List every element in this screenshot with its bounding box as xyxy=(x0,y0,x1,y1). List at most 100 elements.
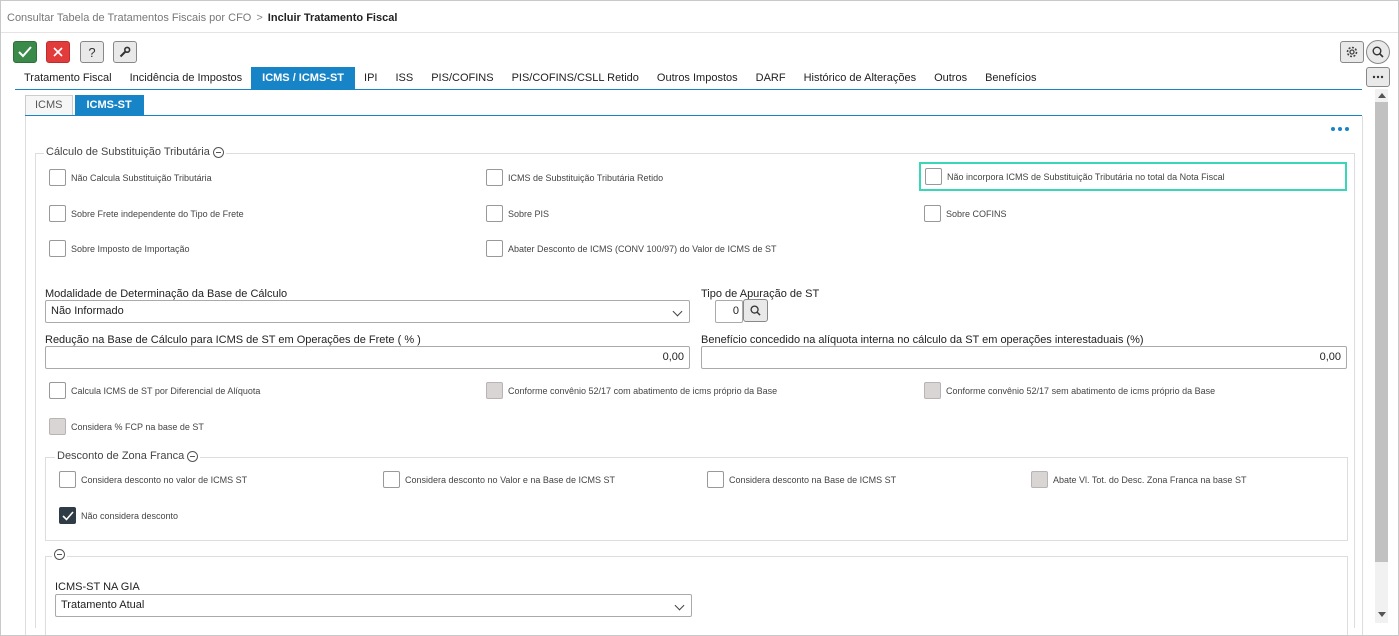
checkbox-box[interactable] xyxy=(59,507,76,524)
search-icon xyxy=(750,305,761,316)
tools-button[interactable] xyxy=(113,41,137,63)
gia-label: ICMS-ST NA GIA xyxy=(55,581,140,593)
scroll-down-icon[interactable] xyxy=(1378,612,1386,617)
checkbox-label: Considera % FCP na base de ST xyxy=(71,421,204,432)
zona-franca-title: Desconto de Zona Franca xyxy=(57,450,185,462)
close-icon xyxy=(53,47,63,57)
checkbox-box[interactable] xyxy=(924,205,941,222)
main-tabs: Tratamento Fiscal Incidência de Impostos… xyxy=(15,67,1045,89)
checkbox-label: Não considera desconto xyxy=(81,510,179,521)
more-button[interactable] xyxy=(1366,67,1390,87)
modalidade-label: Modalidade de Determinação da Base de Cá… xyxy=(45,288,288,300)
checkbox-box[interactable] xyxy=(383,471,400,488)
checkbox-box[interactable] xyxy=(49,240,66,257)
checkbox-box[interactable] xyxy=(924,382,941,399)
checkbox-box[interactable] xyxy=(486,382,503,399)
checkbox-considera-fcp[interactable]: Considera % FCP na base de ST xyxy=(49,418,204,435)
checkbox-convenio-com-abatimento[interactable]: Conforme convênio 52/17 com abatimento d… xyxy=(486,382,777,399)
checkbox-nao-calcula-st[interactable]: Não Calcula Substituição Tributária xyxy=(49,169,212,186)
tab-iss[interactable]: ISS xyxy=(386,67,422,89)
gia-select[interactable]: Tratamento Atual xyxy=(55,594,692,617)
check-icon xyxy=(18,46,32,58)
tab-outros-impostos[interactable]: Outros Impostos xyxy=(648,67,747,89)
checkbox-icms-st-retido[interactable]: ICMS de Substituição Tributária Retido xyxy=(486,169,663,186)
checkbox-box[interactable] xyxy=(707,471,724,488)
checkbox-box[interactable] xyxy=(1031,471,1048,488)
checkbox-box[interactable] xyxy=(49,382,66,399)
chevron-down-icon xyxy=(674,600,685,611)
checkbox-box[interactable] xyxy=(486,169,503,186)
tab-darf[interactable]: DARF xyxy=(747,67,795,89)
confirm-button[interactable] xyxy=(13,41,37,63)
checkbox-label: Calcula ICMS de ST por Diferencial de Al… xyxy=(71,385,261,396)
search-icon xyxy=(1372,46,1384,58)
collapse-icon[interactable] xyxy=(212,146,224,158)
checkbox-label: Sobre Frete independente do Tipo de Fret… xyxy=(71,208,244,219)
tab-ipi[interactable]: IPI xyxy=(355,67,386,89)
settings-button[interactable] xyxy=(1340,41,1364,63)
checkbox-sobre-pis[interactable]: Sobre PIS xyxy=(486,205,549,222)
beneficio-input[interactable]: 0,00 xyxy=(701,346,1347,369)
beneficio-value: 0,00 xyxy=(1319,351,1341,363)
subtab-icms-st[interactable]: ICMS-ST xyxy=(74,95,144,116)
calc-st-title: Cálculo de Substituição Tributária xyxy=(46,146,210,158)
tab-historico-alteracoes[interactable]: Histórico de Alterações xyxy=(795,67,926,89)
checkbox-label: Considera desconto no valor de ICMS ST xyxy=(81,474,248,485)
checkbox-box[interactable] xyxy=(49,205,66,222)
collapse-icon[interactable] xyxy=(187,450,199,462)
scrollbar-thumb[interactable] xyxy=(1375,102,1388,562)
collapse-icon[interactable] xyxy=(54,549,65,560)
tipo-apuracao-input[interactable]: 0 xyxy=(715,300,743,323)
modalidade-select[interactable]: Não Informado xyxy=(45,300,690,323)
tab-beneficios[interactable]: Benefícios xyxy=(976,67,1045,89)
tab-outros[interactable]: Outros xyxy=(925,67,976,89)
checkbox-label: Conforme convênio 52/17 sem abatimento d… xyxy=(946,385,1216,396)
checkbox-label: Sobre Imposto de Importação xyxy=(71,243,190,254)
checkbox-label: Considera desconto na Base de ICMS ST xyxy=(729,474,897,485)
tab-tratamento-fiscal[interactable]: Tratamento Fiscal xyxy=(15,67,121,89)
panel-options-icon[interactable] xyxy=(1331,127,1349,131)
checkbox-nao-incorpora-st[interactable]: Não incorpora ICMS de Substituição Tribu… xyxy=(925,168,1225,185)
reducao-input[interactable]: 0,00 xyxy=(45,346,690,369)
tabs-underline xyxy=(15,89,1362,90)
checkbox-abate-vl-tot[interactable]: Abate Vl. Tot. do Desc. Zona Franca na b… xyxy=(1031,471,1246,488)
checkbox-desconto-valor-icms-st[interactable]: Considera desconto no valor de ICMS ST xyxy=(59,471,247,488)
reducao-label: Redução na Base de Cálculo para ICMS de … xyxy=(45,334,421,346)
search-button[interactable] xyxy=(1366,40,1390,64)
beneficio-label: Benefício concedido na alíquota interna … xyxy=(701,334,1144,346)
checkbox-label: Não incorpora ICMS de Substituição Tribu… xyxy=(947,171,1225,182)
subtab-icms[interactable]: ICMS xyxy=(25,95,73,116)
checkbox-box[interactable] xyxy=(49,418,66,435)
breadcrumb-parent[interactable]: Consultar Tabela de Tratamentos Fiscais … xyxy=(7,12,251,24)
checkbox-box[interactable] xyxy=(486,205,503,222)
help-button[interactable]: ? xyxy=(80,41,104,63)
zona-franca-fieldset xyxy=(45,457,1348,541)
checkbox-desconto-base[interactable]: Considera desconto na Base de ICMS ST xyxy=(707,471,896,488)
checkbox-nao-considera-desconto[interactable]: Não considera desconto xyxy=(59,507,178,524)
reducao-value: 0,00 xyxy=(662,351,684,363)
checkbox-box[interactable] xyxy=(925,168,942,185)
sub-tabs: ICMS ICMS-ST xyxy=(25,95,146,116)
checkbox-sobre-frete[interactable]: Sobre Frete independente do Tipo de Fret… xyxy=(49,205,244,222)
tab-pis-cofins-csll-retido[interactable]: PIS/COFINS/CSLL Retido xyxy=(503,67,648,89)
checkbox-box[interactable] xyxy=(486,240,503,257)
checkbox-sobre-cofins[interactable]: Sobre COFINS xyxy=(924,205,1007,222)
checkbox-label: ICMS de Substituição Tributária Retido xyxy=(508,172,664,183)
checkbox-diferencial-aliquota[interactable]: Calcula ICMS de ST por Diferencial de Al… xyxy=(49,382,260,399)
checkbox-box[interactable] xyxy=(59,471,76,488)
chevron-down-icon xyxy=(672,306,683,317)
breadcrumb-current: Incluir Tratamento Fiscal xyxy=(267,12,398,24)
wrench-icon xyxy=(119,46,131,58)
tab-icms-icms-st[interactable]: ICMS / ICMS-ST xyxy=(251,67,356,89)
cancel-button[interactable] xyxy=(46,41,70,63)
tipo-apuracao-search-button[interactable] xyxy=(743,299,768,322)
tab-incidencia-impostos[interactable]: Incidência de Impostos xyxy=(121,67,252,89)
checkbox-label: Considera desconto no Valor e na Base de… xyxy=(405,474,615,485)
checkbox-abater-desconto[interactable]: Abater Desconto de ICMS (CONV 100/97) do… xyxy=(486,240,776,257)
scroll-up-icon[interactable] xyxy=(1378,93,1386,98)
checkbox-sobre-importacao[interactable]: Sobre Imposto de Importação xyxy=(49,240,190,257)
checkbox-desconto-valor-base[interactable]: Considera desconto no Valor e na Base de… xyxy=(383,471,615,488)
tab-pis-cofins[interactable]: PIS/COFINS xyxy=(422,67,502,89)
checkbox-convenio-sem-abatimento[interactable]: Conforme convênio 52/17 sem abatimento d… xyxy=(924,382,1215,399)
checkbox-box[interactable] xyxy=(49,169,66,186)
